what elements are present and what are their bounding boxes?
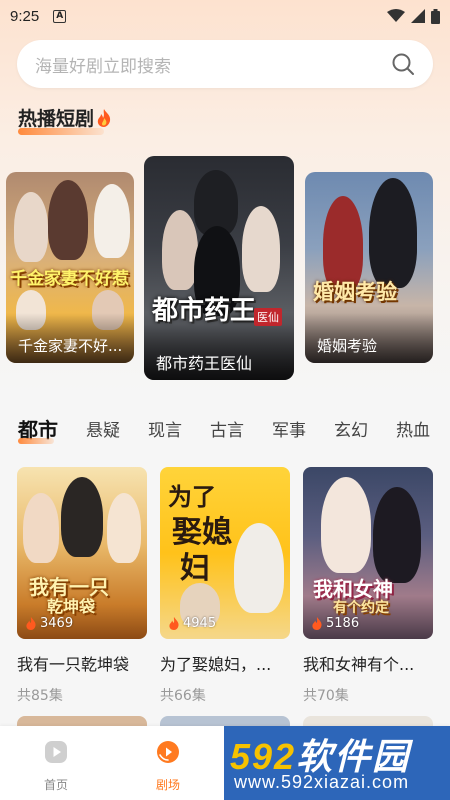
episode-count: 共66集 [160, 688, 206, 704]
card-caption: 都市药王医仙 [144, 324, 294, 380]
drama-grid-card[interactable]: 为了 娶媳 妇 4945 为了娶媳妇，... 共66集 [160, 467, 290, 705]
nav-item-theater[interactable]: 剧场 [138, 740, 198, 793]
poster-figure [48, 180, 88, 260]
category-tabs: 都市 悬疑 现言 古言 军事 玄幻 热血 [18, 414, 438, 443]
fire-icon [97, 109, 111, 127]
tab-xianyan[interactable]: 现言 [148, 416, 182, 441]
poster-figure [14, 192, 48, 262]
poster-title-art: 都市药王 [152, 296, 257, 326]
episode-count: 共70集 [303, 688, 349, 704]
status-icons [387, 8, 440, 24]
poster-figure [107, 493, 141, 563]
watermark-digits: 592 [230, 736, 297, 777]
episode-count: 共85集 [17, 688, 63, 704]
play-circle-icon[interactable] [44, 740, 68, 764]
view-count: 5186 [311, 616, 359, 631]
poster-figure [321, 477, 371, 573]
nav-label[interactable]: 剧场 [138, 776, 198, 793]
poster-figure [23, 493, 59, 563]
drama-grid-card[interactable]: 我有一只 乾坤袋 3469 我有一只乾坤袋 共85集 [17, 467, 147, 705]
view-count: 3469 [25, 616, 73, 631]
hot-drama-card[interactable]: 千金家妻不好惹 千金家妻不好... [6, 172, 134, 363]
tab-junshi[interactable]: 军事 [272, 416, 306, 441]
view-count-text: 3469 [40, 616, 74, 631]
search-icon[interactable] [391, 52, 415, 76]
view-count: 4945 [168, 616, 216, 631]
drama-title[interactable]: 为了娶媳妇，... [160, 651, 290, 675]
hot-drama-card-featured[interactable]: 都市药王 医仙 都市药王医仙 [144, 156, 294, 380]
watermark-url: www.592xiazai.com [234, 772, 410, 792]
section-title-text: 热播短剧 [18, 108, 95, 130]
tab-guyan[interactable]: 古言 [210, 416, 244, 441]
search-bar[interactable]: 海量好剧立即搜索 [17, 40, 433, 88]
hot-drama-card[interactable]: 婚姻考验 婚姻考验 [305, 172, 433, 363]
fire-icon [312, 617, 322, 630]
poster-figure [373, 487, 421, 583]
drama-title[interactable]: 我和女神有个... [303, 651, 433, 675]
poster-title-art: 婚姻考验 [313, 279, 397, 304]
view-count-text: 4945 [183, 616, 217, 631]
tab-rexue[interactable]: 热血 [396, 416, 430, 441]
battery-icon [431, 8, 440, 24]
poster-title-art: 有个约定 [333, 600, 389, 616]
drama-poster[interactable]: 我有一只 乾坤袋 3469 [17, 467, 147, 639]
status-time: 9:25 [10, 7, 40, 25]
card-caption: 千金家妻不好... [6, 313, 134, 363]
fire-icon [169, 617, 179, 630]
nav-item-home[interactable]: 首页 [26, 740, 86, 793]
status-bar: 9:25 A [0, 0, 450, 32]
notification-icon: A [53, 9, 67, 23]
tab-xuanhuan[interactable]: 玄幻 [334, 416, 368, 441]
fire-icon [26, 617, 36, 630]
active-tab-underline [18, 438, 54, 444]
view-count-text: 5186 [326, 616, 360, 631]
watermark-text: 软件园 [296, 736, 411, 777]
drama-poster[interactable]: 为了 娶媳 妇 4945 [160, 467, 290, 639]
poster-figure [162, 210, 198, 290]
poster-figure [369, 178, 417, 288]
poster-title-art: 妇 [180, 551, 210, 586]
poster-figure [242, 206, 280, 292]
poster-figure [94, 184, 130, 258]
signal-icon [411, 9, 425, 23]
poster-title-art: 乾坤袋 [47, 597, 96, 616]
drama-title[interactable]: 我有一只乾坤袋 [17, 651, 147, 675]
card-caption: 婚姻考验 [305, 313, 433, 363]
section-title-hot: 热播短剧 [18, 104, 112, 131]
poster-figure [234, 523, 284, 613]
drama-poster[interactable]: 我和女神 有个约定 5186 [303, 467, 433, 639]
watermark-logo: 592软件园 www.592xiazai.com [224, 726, 450, 800]
poster-title-art: 千金家妻不好惹 [10, 269, 129, 289]
search-placeholder[interactable]: 海量好剧立即搜索 [35, 52, 391, 77]
tab-xuanyi[interactable]: 悬疑 [86, 416, 120, 441]
wifi-icon [387, 9, 405, 22]
nav-label[interactable]: 首页 [26, 776, 86, 793]
drama-grid-card[interactable]: 我和女神 有个约定 5186 我和女神有个... 共70集 [303, 467, 433, 705]
theater-play-icon[interactable] [156, 740, 180, 764]
poster-figure [61, 477, 103, 557]
